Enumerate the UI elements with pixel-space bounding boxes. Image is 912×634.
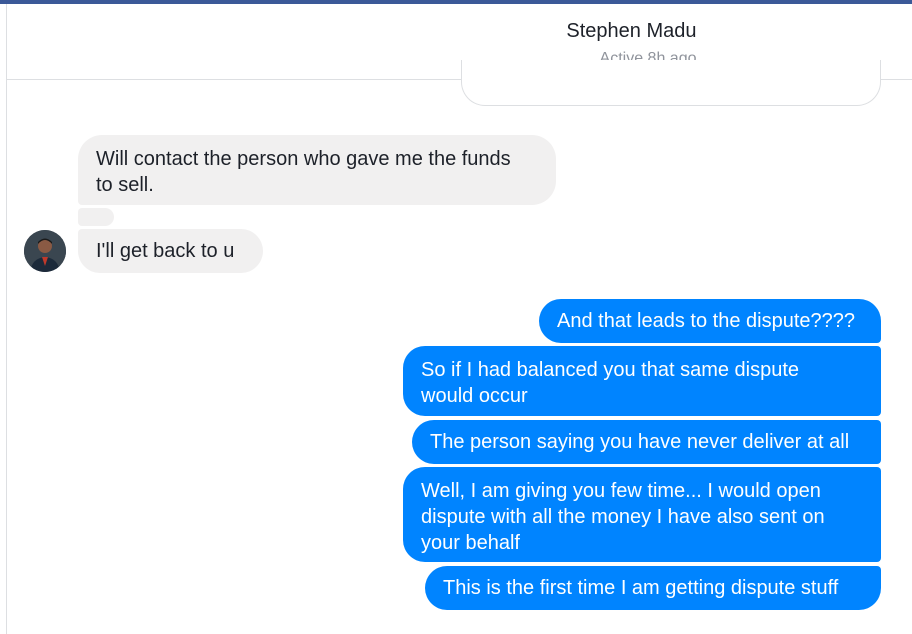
message-line: And that leads to the dispute???? — [557, 310, 856, 332]
message-line: I'll get back to u — [96, 240, 235, 262]
message-bubble-outgoing[interactable]: So if I had balanced you that same dispu… — [403, 346, 881, 416]
message-line: to sell. — [96, 174, 154, 196]
message-line: your behalf — [421, 532, 520, 554]
message-line: The person saying you have never deliver… — [430, 431, 850, 453]
message-line: Well, I am giving you few time... I woul… — [421, 480, 821, 502]
message-line: would occur — [421, 385, 528, 407]
message-bubble-incoming[interactable]: Will contact the person who gave me the … — [78, 135, 556, 205]
previous-message-bubble-cutoff[interactable] — [461, 60, 881, 106]
avatar-icon — [24, 230, 66, 272]
message-line: So if I had balanced you that same dispu… — [421, 359, 800, 381]
contact-avatar[interactable] — [24, 230, 66, 272]
message-line: dispute with all the money I have also s… — [421, 506, 825, 528]
panel-left-border — [6, 4, 7, 634]
message-bubble-outgoing[interactable]: The person saying you have never deliver… — [412, 420, 881, 464]
message-line: This is the first time I am getting disp… — [443, 577, 839, 599]
message-bubble-incoming[interactable]: I'll get back to u — [78, 229, 263, 273]
message-bubble-incoming[interactable] — [78, 208, 114, 226]
message-bubble-outgoing[interactable]: Well, I am giving you few time... I woul… — [403, 467, 881, 562]
contact-name[interactable]: Stephen Madu — [7, 20, 912, 43]
message-bubble-outgoing[interactable]: And that leads to the dispute???? — [539, 299, 881, 343]
message-bubble-outgoing[interactable]: This is the first time I am getting disp… — [425, 566, 881, 610]
message-line: Will contact the person who gave me the … — [96, 148, 511, 170]
contact-name-text[interactable]: Stephen Madu — [566, 20, 696, 43]
